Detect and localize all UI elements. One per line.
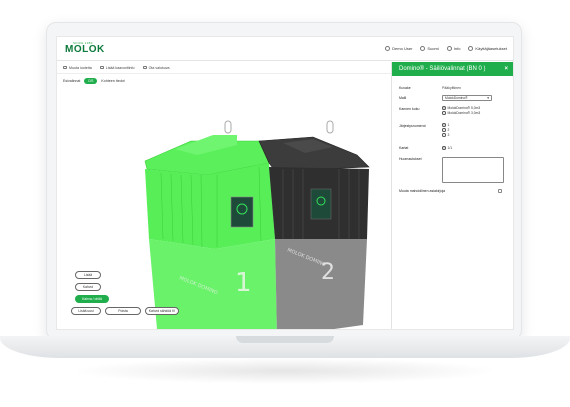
other-docs-checkbox[interactable] [498, 189, 502, 193]
nav-language[interactable]: Suomi [420, 46, 439, 51]
lid-option-1-label: MolokDomino® 5,0m3 [447, 106, 481, 110]
laptop-shadow [70, 358, 500, 384]
lid-option-2[interactable]: MolokDomino® 3,0m3 [442, 111, 480, 115]
panel-header: Domino® - Säiliövalinnat (BN 0 ) × [392, 62, 513, 76]
lid-radio-group: MolokDomino® 5,0m3 MolokDomino® 3,0m3 [442, 106, 480, 115]
app-screen: SINCE 1983 MOLOK Demo User Suomi Info Kä… [56, 36, 514, 330]
nav-settings-label: Käyttäjäasetukset [475, 46, 507, 51]
info-icon [446, 46, 452, 51]
order-option-3-label: 3 [447, 133, 450, 137]
arrows-icon [63, 66, 67, 69]
tab-ds-active[interactable]: DS [84, 78, 98, 84]
nav-user-label: Demo User [392, 46, 413, 51]
chevron-down-icon: ▾ [487, 96, 489, 100]
label-model: Malli [399, 96, 407, 100]
handle-button[interactable]: Kahvoi [75, 283, 101, 291]
laptop-mockup: SINCE 1983 MOLOK Demo User Suomi Info Kä… [0, 0, 570, 407]
radio-selected-icon [442, 123, 446, 127]
tab-presets[interactable]: Esivalinnat [63, 79, 80, 83]
label-other-docs: Muuta mahdollinen asiakirjoja [399, 189, 446, 193]
label-maps: Kartat [399, 146, 409, 150]
nav-language-label: Suomi [427, 46, 439, 51]
bin-1-lower [149, 239, 277, 329]
radio-selected-icon [442, 146, 446, 150]
toolbar-add-info-label: Lisää kaavontiinfo [105, 65, 135, 70]
order-radio-group: 1 2 3 [442, 123, 449, 137]
handle-skip-button[interactable]: Kahva / ohitä [75, 295, 109, 303]
radio-icon [442, 111, 446, 115]
bin-1-badge [230, 196, 254, 228]
delete-button[interactable]: Poista [105, 307, 141, 315]
molok-logo[interactable]: SINCE 1983 MOLOK [65, 42, 105, 55]
document-icon [99, 66, 104, 69]
model-select-value: MolokDomino® [445, 96, 468, 100]
maps-option[interactable]: 1/1 [442, 146, 452, 150]
nav-info-label: Info [453, 46, 461, 51]
bin-3d-view[interactable]: 1 MOLOK DOMINO 2 MOLOK DOMINO [87, 89, 387, 329]
nav-info[interactable]: Info [446, 46, 461, 51]
toolbar-photo-label: Ota valokuva [148, 65, 170, 70]
logo-name: MOLOK [65, 44, 105, 55]
nav-settings[interactable]: Käyttäjäasetukset [468, 46, 507, 51]
add-new-button[interactable]: Lisää uusi [71, 307, 101, 315]
label-icon-field: Kuvake [399, 86, 411, 90]
sub-tabs: Esivalinnat DS Kohteen tiedot [63, 78, 125, 84]
radio-icon [442, 128, 446, 132]
bin-2-badge [310, 188, 332, 220]
bin-1[interactable]: 1 MOLOK DOMINO [144, 120, 277, 329]
laptop-notch [236, 336, 334, 343]
label-lid: Kannen kuku [399, 107, 420, 111]
toolbar: Muuta luotetta Lisää kaavontiinfo Ota va… [57, 62, 391, 74]
nav-user[interactable]: Demo User [385, 46, 412, 51]
order-option-2-label: 2 [447, 128, 450, 132]
bin-2-handle [326, 120, 334, 134]
panel-title: Domino® - Säiliövalinnat (BN 0 ) [399, 66, 486, 72]
container-settings-panel: Domino® - Säiliövalinnat (BN 0 ) × Kuvak… [391, 62, 513, 329]
notes-textarea[interactable] [442, 157, 504, 183]
power-handle-button[interactable]: Kahvoi sähköä IV [145, 307, 179, 315]
lid-option-1[interactable]: MolokDomino® 5,0m3 [442, 106, 480, 110]
bin-1-number: 1 [235, 268, 252, 298]
top-bar: SINCE 1983 MOLOK Demo User Suomi Info Kä… [57, 37, 513, 61]
add-button[interactable]: Lisää [75, 271, 101, 279]
lid-option-2-label: MolokDomino® 3,0m3 [447, 111, 481, 115]
flag-icon [420, 46, 426, 51]
toolbar-edit-label: Muuta luotetta [69, 65, 92, 70]
bin-1-handle [224, 120, 232, 134]
toolbar-photo[interactable]: Ota valokuva [142, 65, 170, 70]
close-icon[interactable]: × [504, 66, 508, 72]
maps-option-label: 1/1 [447, 146, 453, 150]
camera-icon [142, 66, 147, 69]
label-notes: Huomautukset [399, 157, 422, 161]
gear-icon [468, 46, 474, 51]
order-option-2[interactable]: 2 [442, 128, 449, 132]
bin-1-upper [145, 163, 275, 249]
radio-selected-icon [442, 106, 446, 110]
order-option-3[interactable]: 3 [442, 133, 449, 137]
model-select[interactable]: MolokDomino® ▾ [442, 95, 492, 101]
toolbar-add-info[interactable]: Lisää kaavontiinfo [99, 65, 135, 70]
radio-icon [442, 133, 446, 137]
toolbar-edit[interactable]: Muuta luotetta [63, 66, 92, 70]
label-order-numbers: Järjestysnumerot [399, 124, 426, 128]
user-icon [385, 46, 391, 51]
order-option-1[interactable]: 1 [442, 123, 449, 127]
tab-site-info[interactable]: Kohteen tiedot [101, 79, 124, 83]
icon-field-value: Pääkylttinen [442, 86, 462, 90]
order-option-1-label: 1 [447, 123, 450, 127]
top-nav: Demo User Suomi Info Käyttäjäasetukset [385, 46, 507, 51]
